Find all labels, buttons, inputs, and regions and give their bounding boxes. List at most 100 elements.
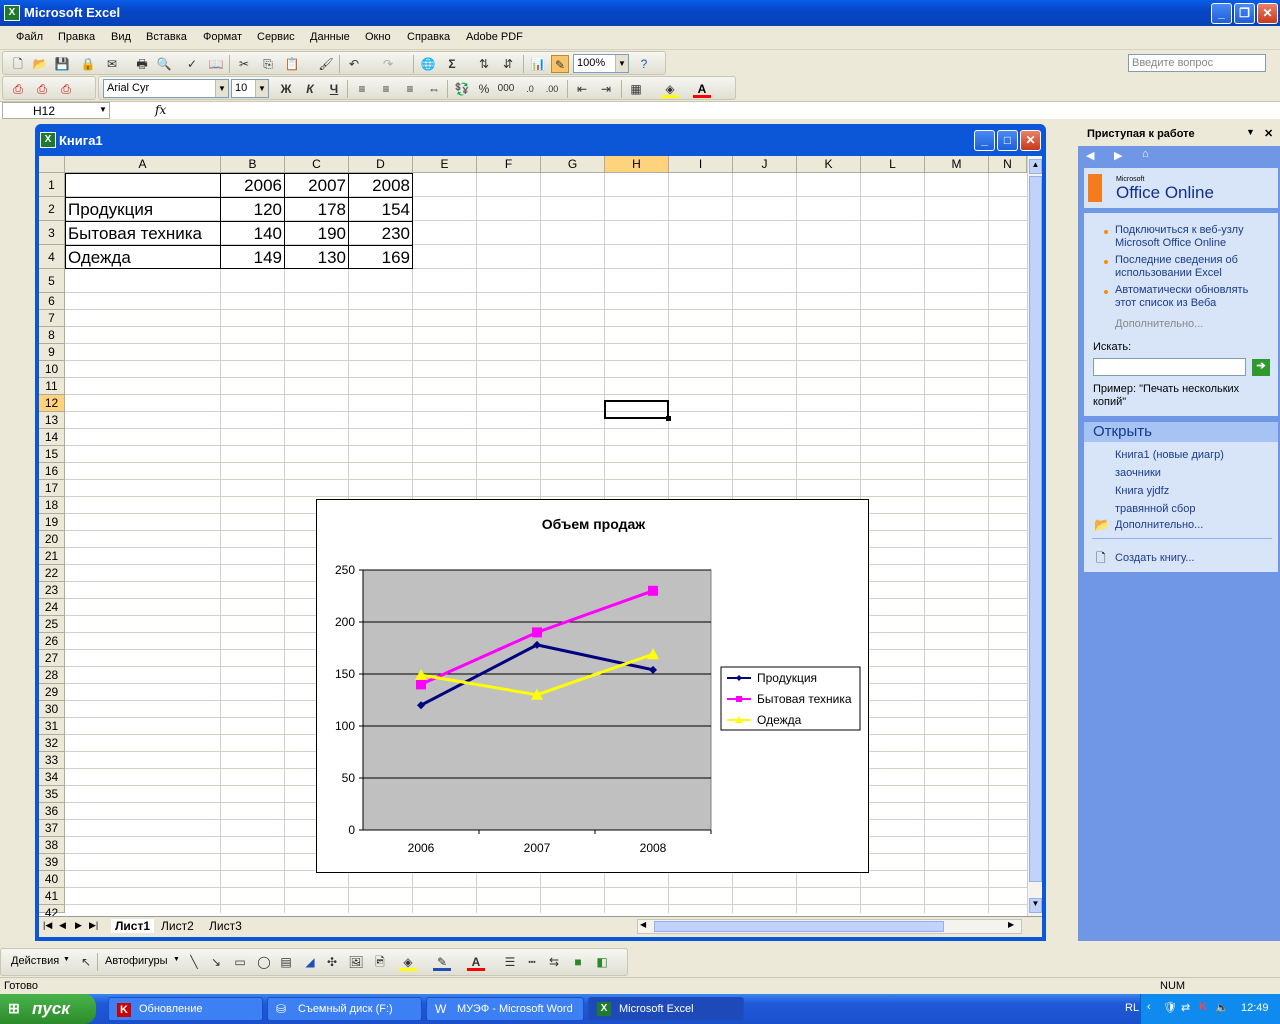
row-header[interactable]: 2	[39, 197, 65, 221]
row-header[interactable]: 36	[39, 803, 65, 820]
help-icon[interactable]: ?	[635, 55, 653, 73]
scroll-up-icon[interactable]: ▲	[1029, 159, 1042, 174]
sheet-tab-1[interactable]: Лист1	[111, 919, 155, 933]
row-header[interactable]: 32	[39, 735, 65, 752]
align-right-icon[interactable]: ≡	[401, 80, 419, 98]
clipart-icon[interactable]: 🖼	[347, 953, 365, 971]
cell-c1[interactable]: 2007	[285, 174, 349, 198]
cell-b1[interactable]: 2006	[221, 174, 285, 198]
col-header[interactable]: C	[285, 156, 349, 173]
cell-d1[interactable]: 2008	[349, 174, 413, 198]
format-painter-icon[interactable]: 🖌	[317, 55, 335, 73]
connect-link[interactable]: Подключиться к веб-узлу Microsoft Office…	[1115, 224, 1255, 250]
menu-tools[interactable]: Сервис	[257, 31, 295, 43]
row-header[interactable]: 12	[39, 395, 65, 412]
recent-file-2[interactable]: заочники	[1115, 467, 1161, 480]
row-header[interactable]: 7	[39, 310, 65, 327]
autoshapes-menu[interactable]: Автофигуры	[105, 955, 168, 967]
convert-pdf-icon[interactable]: ⎙	[9, 80, 27, 98]
row-header[interactable]: 39	[39, 854, 65, 871]
col-header[interactable]: A	[65, 156, 221, 173]
cell-c2[interactable]: 178	[285, 198, 349, 222]
cell-d3[interactable]: 230	[349, 222, 413, 246]
row-header[interactable]: 28	[39, 667, 65, 684]
sheet-tab-2[interactable]: Лист2	[161, 919, 194, 933]
col-header[interactable]: J	[733, 156, 797, 173]
arrow-icon[interactable]: ↘	[207, 953, 225, 971]
search-go-icon[interactable]: ➔	[1252, 359, 1270, 376]
borders-icon[interactable]: ▦	[627, 80, 645, 98]
row-header[interactable]: 22	[39, 565, 65, 582]
col-header[interactable]: F	[477, 156, 541, 173]
col-header[interactable]: K	[797, 156, 861, 173]
font-color-icon[interactable]: A	[693, 80, 711, 98]
research-icon[interactable]: 📖	[207, 55, 225, 73]
spelling-icon[interactable]: ✓	[183, 55, 201, 73]
drawing-toggle-icon[interactable]: ✎	[551, 55, 569, 73]
increase-decimal-icon[interactable]: .0	[521, 80, 539, 98]
row-header[interactable]: 16	[39, 463, 65, 480]
row-header[interactable]: 20	[39, 531, 65, 548]
restore-button[interactable]: ❐	[1234, 3, 1255, 24]
active-cell-cursor[interactable]	[604, 400, 669, 419]
row-header[interactable]: 11	[39, 378, 65, 395]
more-link[interactable]: Дополнительно...	[1115, 318, 1203, 331]
row-header[interactable]: 34	[39, 769, 65, 786]
chart[interactable]: Объем продаж 0 50 100 150 200 250 2006 2007 2008…	[316, 499, 869, 873]
row-header[interactable]: 4	[39, 245, 65, 269]
row-header[interactable]: 41	[39, 888, 65, 905]
vertical-scrollbar[interactable]: ▲ ▼	[1027, 156, 1042, 916]
row-header[interactable]: 3	[39, 221, 65, 245]
scroll-left-icon[interactable]: ◀	[640, 920, 646, 929]
chevron-down-icon[interactable]: ▼	[99, 105, 107, 114]
currency-icon[interactable]: 💱	[453, 80, 471, 98]
recent-file-1[interactable]: Книга1 (новые диагр)	[1115, 449, 1224, 462]
col-header[interactable]: E	[413, 156, 477, 173]
row-header[interactable]: 18	[39, 497, 65, 514]
permission-icon[interactable]: 🔒	[79, 55, 97, 73]
create-book-link[interactable]: Создать книгу...	[1115, 552, 1194, 565]
scroll-thumb[interactable]	[1029, 176, 1042, 882]
row-header[interactable]: 21	[39, 548, 65, 565]
close-icon[interactable]: ✕	[1264, 127, 1273, 140]
3d-icon[interactable]: ◧	[593, 953, 611, 971]
security-shield-icon[interactable]: 🛡	[1163, 1001, 1177, 1014]
redo-icon[interactable]: ↷	[379, 55, 397, 73]
row-header[interactable]: 19	[39, 514, 65, 531]
select-all-corner[interactable]	[39, 156, 65, 173]
taskbar-button-word[interactable]: W МУЭФ - Microsoft Word	[426, 997, 584, 1021]
row-header[interactable]: 37	[39, 820, 65, 837]
chart-wizard-icon[interactable]: 📊	[529, 55, 547, 73]
volume-icon[interactable]: 🔈	[1215, 1001, 1229, 1014]
formula-input[interactable]	[170, 102, 1278, 119]
cell-a2[interactable]: Продукция	[68, 198, 218, 222]
autosum-icon[interactable]: Σ	[443, 55, 461, 73]
taskbar-button-excel[interactable]: X Microsoft Excel	[588, 997, 744, 1021]
col-header[interactable]: N	[989, 156, 1027, 173]
print-preview-icon[interactable]: 🔍	[155, 55, 173, 73]
row-header[interactable]: 9	[39, 344, 65, 361]
recent-file-3[interactable]: Книга yjdfz	[1115, 485, 1169, 498]
paste-icon[interactable]: 📋	[283, 55, 301, 73]
first-sheet-icon[interactable]: |◀	[43, 920, 52, 931]
print-icon[interactable]: 🖶	[133, 55, 151, 73]
save-icon[interactable]: 💾	[53, 55, 71, 73]
help-question-input[interactable]: Введите вопрос	[1128, 54, 1266, 72]
kaspersky-tray-icon[interactable]: K	[1199, 1001, 1207, 1013]
line-icon[interactable]: ╲	[185, 953, 203, 971]
menu-data[interactable]: Данные	[310, 31, 350, 43]
merge-center-icon[interactable]: ⇔	[425, 80, 443, 98]
col-header[interactable]: I	[669, 156, 733, 173]
rectangle-icon[interactable]: ▭	[231, 953, 249, 971]
fill-handle[interactable]	[666, 416, 671, 421]
wb-minimize-button[interactable]: _	[974, 130, 995, 151]
insert-function-icon[interactable]: fx	[155, 103, 166, 117]
cell-a3[interactable]: Бытовая техника	[68, 222, 218, 246]
bold-button[interactable]: Ж	[277, 80, 295, 98]
font-size-select[interactable]: 10 ▼	[231, 79, 269, 98]
open-more-link[interactable]: Дополнительно...	[1115, 519, 1203, 532]
cell-d4[interactable]: 169	[349, 246, 413, 270]
row-header[interactable]: 27	[39, 650, 65, 667]
wb-close-button[interactable]: ✕	[1020, 130, 1041, 151]
cell-b2[interactable]: 120	[221, 198, 285, 222]
